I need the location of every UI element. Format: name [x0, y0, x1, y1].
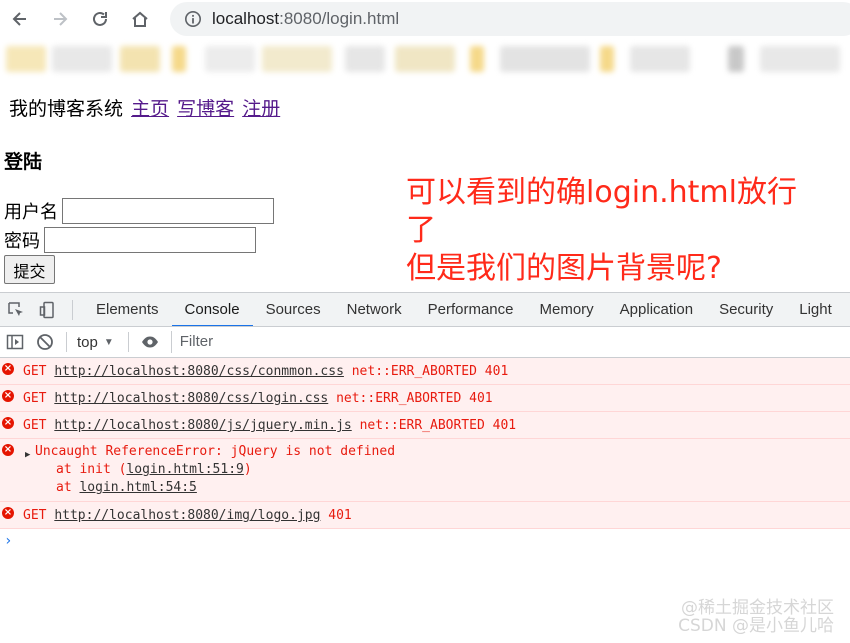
username-label: 用户名	[4, 202, 58, 223]
request-url-link[interactable]: http://localhost:8080/css/conmmon.css	[54, 364, 344, 379]
username-input[interactable]	[62, 198, 274, 224]
login-title: 登陆	[4, 151, 43, 173]
home-button[interactable]	[120, 0, 160, 38]
nav-link-register[interactable]: 注册	[242, 98, 280, 120]
bookmark-item[interactable]	[630, 46, 690, 72]
console-exception-row[interactable]: × ▶ Uncaught ReferenceError: jQuery is n…	[0, 439, 850, 502]
console-error-row: × GET http://localhost:8080/img/logo.jpg…	[0, 502, 850, 529]
console-error-row: × GET http://localhost:8080/js/jquery.mi…	[0, 412, 850, 439]
error-icon: ×	[2, 390, 14, 402]
bookmark-item[interactable]	[600, 46, 614, 72]
tab-console[interactable]: Console	[171, 293, 253, 326]
password-row: 密码	[4, 227, 256, 253]
tab-performance[interactable]: Performance	[415, 293, 527, 326]
nav-link-home[interactable]: 主页	[131, 98, 169, 120]
divider	[127, 332, 129, 352]
divider	[66, 332, 67, 352]
source-link[interactable]: login.html:51:9	[126, 462, 243, 477]
error-icon: ×	[2, 507, 14, 519]
bookmark-item[interactable]	[172, 46, 186, 72]
eye-icon	[141, 336, 158, 348]
password-input[interactable]	[44, 227, 256, 253]
bookmark-item[interactable]	[262, 46, 332, 72]
device-icon	[39, 301, 54, 318]
address-bar[interactable]: localhost:8080/login.html	[170, 2, 850, 36]
expand-triangle-icon[interactable]: ▶	[25, 446, 30, 464]
bookmark-item[interactable]	[6, 46, 46, 72]
source-link[interactable]: login.html:54:5	[79, 480, 196, 495]
console-error-row: × GET http://localhost:8080/css/conmmon.…	[0, 358, 850, 385]
tab-memory[interactable]: Memory	[527, 293, 607, 326]
page-content: 我的博客系统 主页 写博客 注册 登陆 用户名 密码 提交 可以看到的确logi…	[0, 80, 850, 292]
show-sidebar-button[interactable]	[0, 327, 30, 357]
submit-button[interactable]: 提交	[4, 255, 55, 284]
reload-button[interactable]	[80, 0, 120, 38]
error-icon: ×	[2, 444, 14, 456]
arrow-right-icon	[54, 12, 68, 26]
block-icon	[37, 334, 53, 350]
inspect-element-button[interactable]	[0, 293, 32, 326]
info-icon[interactable]	[184, 10, 202, 28]
browser-toolbar: localhost:8080/login.html	[0, 0, 850, 38]
error-icon: ×	[2, 417, 14, 429]
bookmark-item[interactable]	[728, 46, 744, 72]
back-button[interactable]	[0, 0, 40, 38]
tab-elements[interactable]: Elements	[83, 293, 172, 326]
password-label: 密码	[4, 231, 40, 252]
stack-frame: at login.html:54:5	[56, 480, 197, 495]
arrow-left-icon	[12, 12, 26, 26]
bookmark-item[interactable]	[205, 46, 255, 72]
request-url-link[interactable]: http://localhost:8080/img/logo.jpg	[54, 508, 320, 523]
request-url-link[interactable]: http://localhost:8080/js/jquery.min.js	[54, 418, 351, 433]
site-nav: 我的博客系统 主页 写博客 注册	[9, 94, 280, 121]
tab-security[interactable]: Security	[706, 293, 786, 326]
console-prompt[interactable]: ›	[0, 529, 850, 553]
username-row: 用户名	[4, 198, 274, 224]
sidebar-toggle-icon	[6, 334, 24, 350]
tab-application[interactable]: Application	[607, 293, 706, 326]
error-icon: ×	[2, 363, 14, 375]
bookmark-item[interactable]	[760, 46, 840, 72]
bookmark-item[interactable]	[52, 46, 112, 72]
inspect-icon	[8, 301, 23, 316]
live-expression-button[interactable]	[135, 327, 165, 357]
home-icon	[132, 11, 148, 27]
tab-lighthouse[interactable]: Light	[786, 293, 845, 326]
stack-frame: at init (login.html:51:9)	[56, 462, 252, 477]
context-selector[interactable]: top ▼	[73, 334, 122, 351]
caret-down-icon: ▼	[103, 336, 114, 348]
bookmark-item[interactable]	[120, 46, 160, 72]
console-toolbar: top ▼ Filter	[0, 327, 850, 358]
divider	[72, 299, 73, 320]
exception-message: Uncaught ReferenceError: jQuery is not d…	[35, 444, 396, 459]
annotation-text: 可以看到的确login.html放行 了 但是我们的图片背景呢?	[406, 175, 797, 286]
bookmark-item[interactable]	[395, 46, 455, 72]
url-text: localhost:8080/login.html	[212, 9, 400, 28]
bookmark-item[interactable]	[500, 46, 590, 72]
nav-link-write-blog[interactable]: 写博客	[177, 98, 234, 120]
request-url-link[interactable]: http://localhost:8080/css/login.css	[54, 391, 328, 406]
console-error-row: × GET http://localhost:8080/css/login.cs…	[0, 385, 850, 412]
devtools-tab-strip: Elements Console Sources Network Perform…	[0, 292, 850, 327]
device-toolbar-button[interactable]	[32, 293, 64, 326]
watermark: @稀土掘金技术社区 CSDN @是小鱼儿哈	[678, 598, 834, 636]
tab-network[interactable]: Network	[334, 293, 415, 326]
forward-button[interactable]	[40, 0, 80, 38]
tab-sources[interactable]: Sources	[253, 293, 334, 326]
site-brand: 我的博客系统	[9, 98, 124, 120]
bookmarks-bar	[0, 38, 850, 80]
reload-icon	[93, 11, 107, 26]
context-value: top	[77, 333, 98, 351]
bookmark-item[interactable]	[345, 46, 385, 72]
console-filter-input[interactable]: Filter	[170, 331, 850, 353]
bookmark-item[interactable]	[470, 46, 484, 72]
clear-console-button[interactable]	[30, 327, 60, 357]
